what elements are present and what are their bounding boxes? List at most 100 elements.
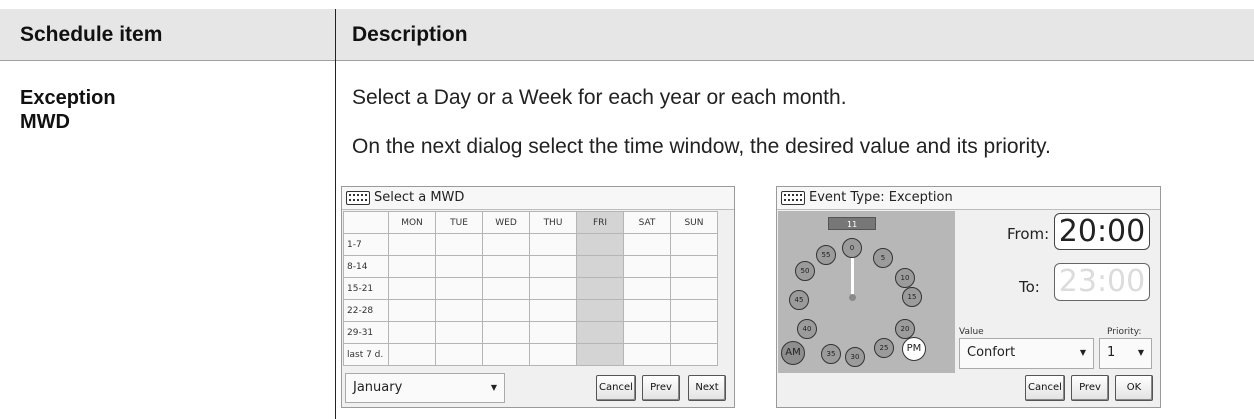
grid-cell[interactable] (529, 321, 577, 344)
week-label[interactable]: 22-28 (343, 299, 389, 322)
grid-cell-selected[interactable] (576, 299, 624, 322)
minute-mark[interactable]: 40 (797, 319, 817, 339)
minute-mark[interactable]: 30 (845, 347, 865, 367)
week-row: 8-14 (343, 255, 718, 278)
ok-button[interactable]: OK (1115, 375, 1153, 401)
grid-cell[interactable] (670, 277, 718, 300)
grid-cell[interactable] (482, 299, 530, 322)
grid-cell[interactable] (623, 321, 671, 344)
week-label[interactable]: 1-7 (343, 233, 389, 256)
day-header[interactable]: MON (388, 211, 436, 234)
chevron-down-icon: ▼ (1079, 348, 1086, 357)
grid-cell[interactable] (435, 299, 483, 322)
grid-cell[interactable] (482, 343, 530, 366)
grid-cell[interactable] (623, 233, 671, 256)
day-header[interactable]: WED (482, 211, 530, 234)
grid-cell[interactable] (388, 321, 436, 344)
grid-cell[interactable] (670, 233, 718, 256)
column-divider (335, 9, 336, 419)
mwd-grid-header: MON TUE WED THU FRI SAT SUN (343, 211, 718, 234)
grid-cell[interactable] (529, 277, 577, 300)
grid-cell[interactable] (670, 343, 718, 366)
event-dialog-titlebar: Event Type: Exception (777, 187, 1160, 210)
value-selected: Confort (967, 345, 1016, 360)
grid-cell[interactable] (623, 255, 671, 278)
week-row: 15-21 (343, 277, 718, 300)
grid-cell[interactable] (482, 233, 530, 256)
week-row: 1-7 (343, 233, 718, 256)
to-label: To: (1019, 278, 1040, 296)
am-toggle[interactable]: AM (781, 341, 805, 365)
week-row: 22-28 (343, 299, 718, 322)
minute-mark[interactable]: 50 (795, 261, 815, 281)
minute-mark[interactable]: 55 (816, 245, 836, 265)
value-select[interactable]: Confort ▼ (959, 338, 1094, 369)
cancel-button[interactable]: Cancel (596, 375, 636, 401)
grid-cell[interactable] (623, 277, 671, 300)
minute-mark[interactable]: 20 (895, 319, 915, 339)
grid-cell[interactable] (435, 233, 483, 256)
minute-mark[interactable]: 35 (821, 344, 841, 364)
minute-mark[interactable]: 0 (842, 238, 862, 258)
week-label[interactable]: 29-31 (343, 321, 389, 344)
minute-mark[interactable]: 45 (789, 290, 809, 310)
grid-cell-selected[interactable] (576, 277, 624, 300)
grid-cell[interactable] (388, 277, 436, 300)
priority-select[interactable]: 1 ▼ (1099, 338, 1152, 369)
clock-picker[interactable]: 11 0 5 10 15 20 25 30 35 40 45 50 55 AM … (778, 211, 955, 373)
grid-cell[interactable] (482, 321, 530, 344)
week-label[interactable]: 15-21 (343, 277, 389, 300)
day-header-selected[interactable]: FRI (576, 211, 624, 234)
day-header[interactable]: SUN (670, 211, 718, 234)
value-label: Value (959, 327, 984, 337)
grid-cell[interactable] (529, 343, 577, 366)
grid-cell[interactable] (435, 277, 483, 300)
day-header[interactable]: THU (529, 211, 577, 234)
grid-cell[interactable] (529, 233, 577, 256)
cancel-button[interactable]: Cancel (1025, 375, 1065, 401)
day-header[interactable]: TUE (435, 211, 483, 234)
month-select[interactable]: January ▼ (345, 373, 505, 403)
prev-button[interactable]: Prev (642, 375, 680, 401)
prev-button[interactable]: Prev (1071, 375, 1109, 401)
grid-cell-selected[interactable] (576, 321, 624, 344)
grid-cell[interactable] (670, 255, 718, 278)
keyboard-icon[interactable] (346, 191, 370, 205)
next-button[interactable]: Next (688, 375, 726, 401)
grid-cell[interactable] (670, 299, 718, 322)
grid-cell[interactable] (435, 255, 483, 278)
chevron-down-icon: ▼ (1137, 348, 1144, 357)
day-header[interactable]: SAT (623, 211, 671, 234)
minute-mark[interactable]: 5 (873, 248, 893, 268)
grid-cell-selected[interactable] (576, 233, 624, 256)
grid-cell[interactable] (435, 343, 483, 366)
grid-cell[interactable] (482, 277, 530, 300)
grid-cell[interactable] (388, 255, 436, 278)
grid-cell[interactable] (435, 321, 483, 344)
pm-toggle[interactable]: PM (902, 337, 926, 361)
grid-cell[interactable] (623, 343, 671, 366)
grid-cell[interactable] (529, 299, 577, 322)
grid-cell[interactable] (388, 343, 436, 366)
grid-cell-selected[interactable] (576, 255, 624, 278)
grid-cell[interactable] (482, 255, 530, 278)
minute-mark[interactable]: 10 (895, 268, 915, 288)
grid-cell[interactable] (388, 299, 436, 322)
keyboard-icon[interactable] (781, 191, 805, 205)
event-dialog-title: Event Type: Exception (809, 190, 953, 205)
week-label[interactable]: last 7 d. (343, 343, 389, 366)
from-time-field[interactable]: 20:00 (1054, 213, 1150, 250)
minute-mark[interactable]: 25 (874, 338, 894, 358)
to-time-field[interactable]: 23:00 (1054, 263, 1150, 301)
corner-cell (343, 211, 389, 234)
minute-mark[interactable]: 15 (902, 287, 922, 307)
grid-cell[interactable] (529, 255, 577, 278)
description-line-2: On the next dialog select the time windo… (352, 135, 1051, 158)
table-header: Schedule item Description (0, 9, 1254, 61)
grid-cell[interactable] (623, 299, 671, 322)
week-label[interactable]: 8-14 (343, 255, 389, 278)
grid-cell-selected[interactable] (576, 343, 624, 366)
priority-label: Priority: (1107, 327, 1142, 337)
grid-cell[interactable] (670, 321, 718, 344)
grid-cell[interactable] (388, 233, 436, 256)
